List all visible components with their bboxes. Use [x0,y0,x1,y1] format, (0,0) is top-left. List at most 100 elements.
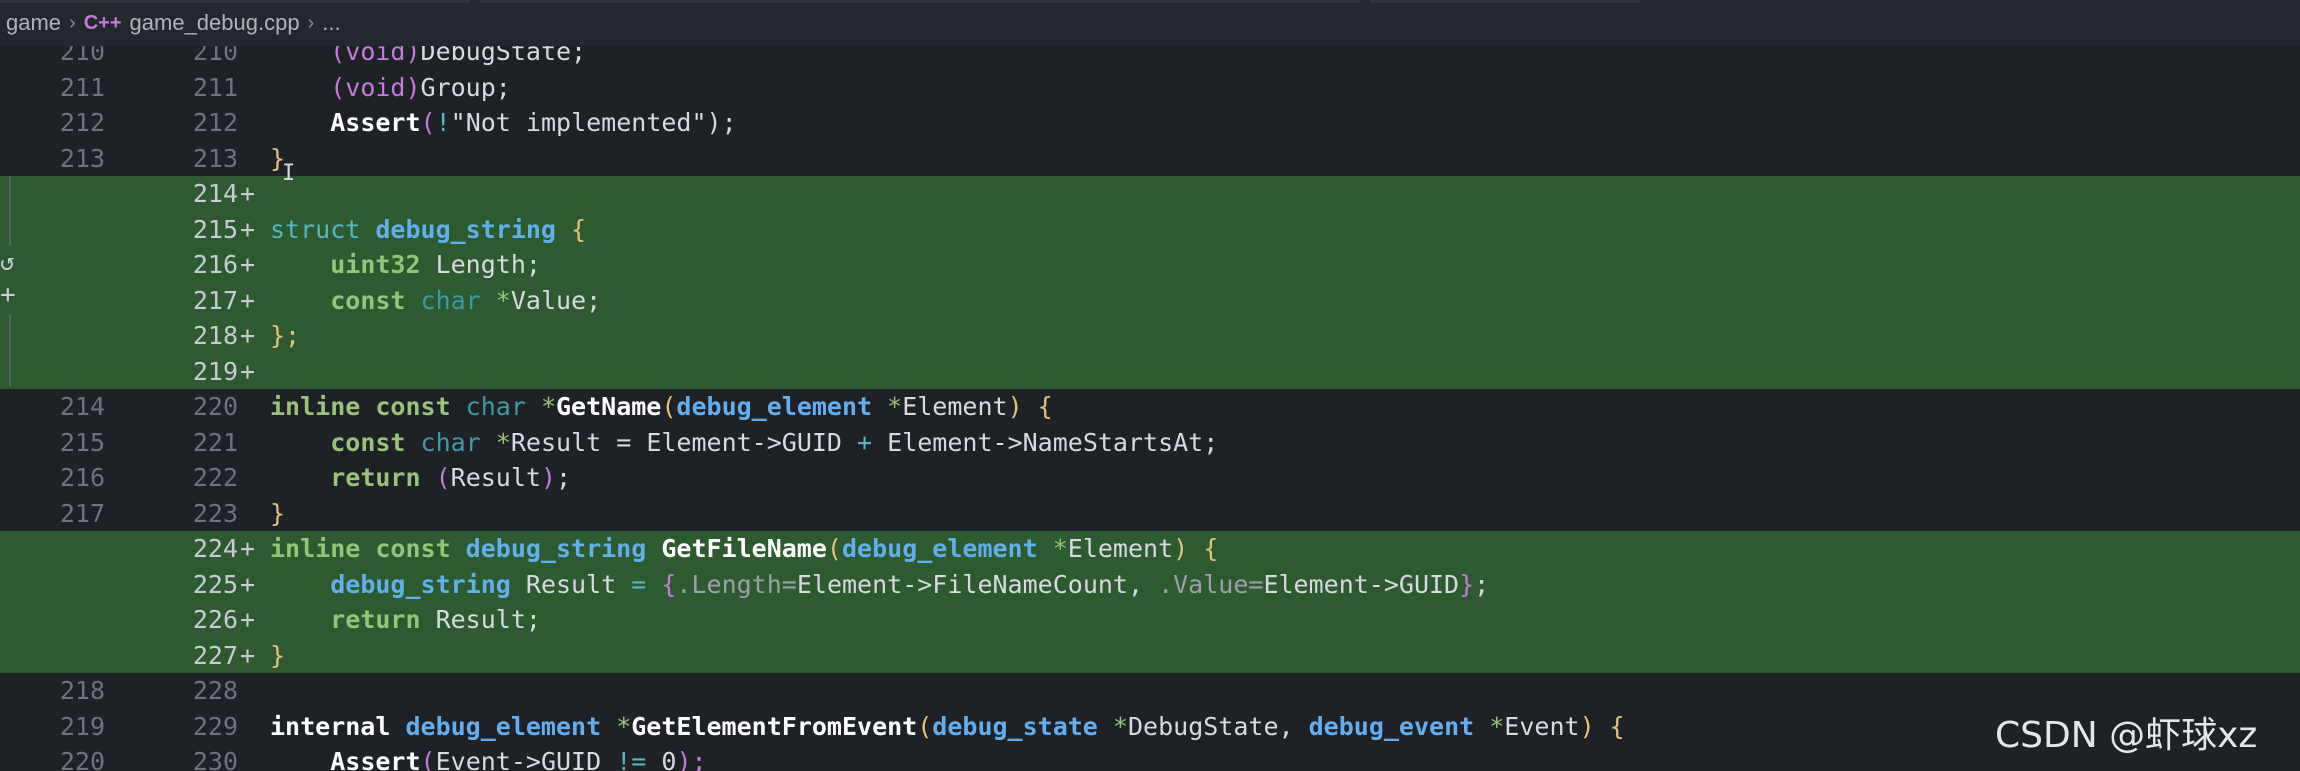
code-line[interactable]: 216 222 return (Result); [0,460,2300,496]
added-code-line[interactable]: 219 + [0,353,2300,389]
code-token: ) [540,463,557,492]
code-token: debug_state [932,711,1113,741]
code-line[interactable]: 220 230 Assert(Event->GUID != 0); [0,744,2300,771]
code-token: .Value= [1158,569,1264,599]
code-token: { [571,214,587,244]
watermark: CSDN @虾球xz [1995,715,2258,756]
code-token: Event->GUID [435,747,617,771]
code-token: Result [450,463,541,492]
code-text: const char *Result = Element->GUID + Ele… [270,425,1218,461]
code-line[interactable]: 217 223} [0,496,2300,532]
code-token: != [616,747,662,771]
added-code-line[interactable]: 214 + [0,176,2300,212]
code-token: ) { [1173,534,1219,563]
code-token: char [420,427,496,457]
code-token: const [330,427,421,457]
code-token: ( [435,463,451,492]
added-line-marker: + [240,640,256,670]
modified-line-number: 221 [192,427,238,457]
modified-line-number: 225 [192,569,238,599]
code-token: ); [706,108,737,137]
code-token: Result = Element->GUID [510,427,858,457]
added-code-line[interactable]: 225 + debug_string Result = {.Length=Elem… [0,566,2300,603]
modified-line-number: 219 [192,356,238,386]
code-line[interactable]: 218 228 [0,673,2300,709]
added-code-line[interactable]: 216 + uint32 Length; [0,247,2300,283]
code-line[interactable]: 219 229 internal debug_element *GetElement… [0,709,2300,745]
code-token: } [1459,569,1475,599]
modified-line-number: 227 [192,640,238,670]
code-text: debug_string Result = {.Length=Element->… [270,567,1489,603]
code-line[interactable]: 214 220 inline const char *GetName(debug_e… [0,389,2300,425]
code-token: debug_string [375,214,572,244]
cpp-file-icon: C++ [83,11,122,34]
change-bar [9,314,11,386]
modified-line-number: 212 [192,108,238,137]
code-token: ( [420,108,436,137]
code-token: debug_string [330,569,526,599]
code-text: Assert(!"Not implemented"); [270,105,737,141]
added-code-line[interactable]: 215 + struct debug_string { [0,211,2300,247]
modified-line-number: 220 [192,392,238,421]
code-text: } [270,496,285,532]
code-token: Element->GUID [1263,569,1460,599]
code-text: uint32 Length; [270,247,541,283]
code-token: DebugState, [1127,711,1309,741]
code-token: debug_element [676,392,888,421]
add-icon[interactable]: + [0,280,16,310]
code-token: * [495,285,511,315]
modified-line-number: 226 [192,605,238,634]
code-token: ; [556,463,572,492]
code-text: internal debug_element *GetElementFromEv… [270,709,1625,745]
code-text: }; [270,318,300,354]
modified-line-number: 223 [192,498,238,528]
added-line-marker: + [240,250,256,279]
code-token: uint32 [330,250,436,279]
code-token: .Length= [676,569,797,599]
code-token: return [330,463,436,492]
code-line[interactable]: 213 213} [0,141,2300,177]
code-token: ( [420,747,436,771]
breadcrumb-folder[interactable]: game [6,10,61,36]
added-code-line[interactable]: 217 + const char *Value; [0,282,2300,318]
modified-line-number: 218 [192,321,238,350]
code-token: Element->FileNameCount, [796,569,1159,599]
breadcrumb-file[interactable]: game_debug.cpp [130,10,300,36]
breadcrumb-ellipsis[interactable]: ... [322,10,340,36]
code-token: const [330,285,421,315]
code-token: GetElementFromEvent [631,711,918,741]
code-token: Assert [330,747,421,771]
revert-icon[interactable]: ↺ [0,248,14,276]
code-token: ; [1474,569,1490,599]
modified-line-number: 215 [192,214,238,244]
code-token: ! [435,108,451,137]
code-token: 0 [661,747,677,771]
code-token: * [887,392,903,421]
code-line[interactable]: 211 211 (void)Group; [0,70,2300,106]
added-line-marker: + [240,285,256,315]
code-token: ( [917,711,933,741]
code-token: ( [661,392,677,421]
code-token: Value; [510,285,602,315]
added-code-line[interactable]: 226 + return Result; [0,602,2300,638]
code-line[interactable]: 210 210 (void)DebugState; [0,46,2300,70]
added-code-line[interactable]: 227 +} [0,637,2300,673]
code-line[interactable]: 212 212 Assert(!"Not implemented"); [0,105,2300,141]
change-bar [9,176,11,246]
code-line[interactable]: 215 221 const char *Result = Element->GUI… [0,425,2300,461]
diff-editor[interactable]: 210 210 (void)DebugState; 211 211 (void)Gro… [0,46,2300,771]
code-token: "Not implemented" [450,108,707,137]
code-token: debug_event [1308,711,1490,741]
added-code-line[interactable]: 224 + inline const debug_string GetFileNam… [0,531,2300,567]
code-token: (void) [330,46,421,66]
added-code-line[interactable]: 218 +}; [0,318,2300,354]
code-token: DebugState; [420,46,587,66]
diff-gutter: ↺ + [0,46,30,771]
code-token: Event [1504,711,1580,741]
code-token: debug_element [841,534,1053,563]
code-token: ) { [1007,392,1053,421]
